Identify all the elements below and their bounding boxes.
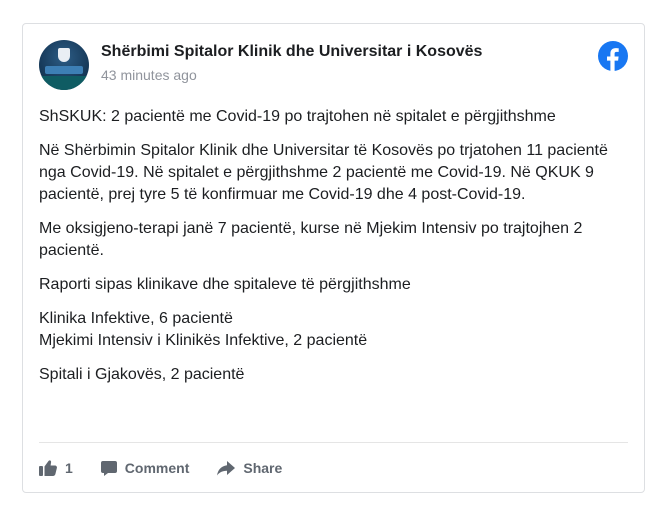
shield-logo-icon bbox=[58, 48, 70, 62]
post-paragraph: Në Shërbimin Spitalor Klinik dhe Univers… bbox=[39, 142, 608, 203]
page-name-link[interactable]: Shërbimi Spitalor Klinik dhe Universitar… bbox=[101, 43, 482, 61]
post-body: ShSKUK: 2 pacientë me Covid-19 po trajto… bbox=[39, 106, 628, 398]
post-timestamp[interactable]: 43 minutes ago bbox=[101, 67, 197, 83]
share-button[interactable]: Share bbox=[217, 460, 282, 476]
post-paragraph: Me oksigjeno-terapi janë 7 pacientë, kur… bbox=[39, 220, 583, 259]
post-paragraph: Spitali i Gjakovës, 2 pacientë bbox=[39, 366, 245, 383]
post-paragraph: Raporti sipas klinikave dhe spitaleve të… bbox=[39, 276, 411, 293]
facebook-post-card: Shërbimi Spitalor Klinik dhe Universitar… bbox=[22, 23, 645, 493]
post-header: Shërbimi Spitalor Klinik dhe Universitar… bbox=[39, 40, 628, 92]
like-count: 1 bbox=[65, 460, 73, 476]
share-icon bbox=[217, 461, 236, 476]
comment-icon bbox=[100, 461, 117, 476]
comment-button[interactable]: Comment bbox=[100, 460, 190, 476]
comment-label: Comment bbox=[124, 460, 190, 476]
post-actions-bar: 1 Comment Share bbox=[39, 456, 310, 480]
post-paragraph: Mjekimi Intensiv i Klinikës Infektive, 2… bbox=[39, 332, 368, 349]
like-button[interactable]: 1 bbox=[39, 460, 73, 476]
actions-divider bbox=[39, 442, 628, 443]
share-label: Share bbox=[243, 460, 283, 476]
page-avatar[interactable] bbox=[39, 40, 89, 90]
facebook-icon[interactable] bbox=[598, 41, 628, 71]
post-paragraph: ShSKUK: 2 pacientë me Covid-19 po trajto… bbox=[39, 108, 556, 125]
post-paragraph: Klinika Infektive, 6 pacientë bbox=[39, 310, 233, 327]
thumbs-up-icon bbox=[39, 460, 57, 476]
